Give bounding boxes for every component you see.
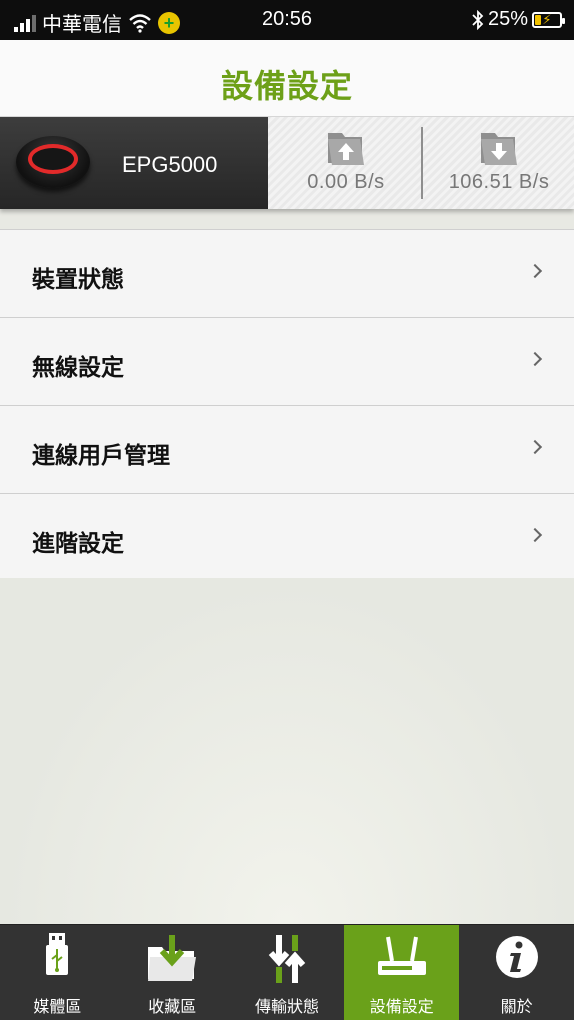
download-folder-icon	[481, 133, 517, 165]
tab-about[interactable]: 關於	[459, 925, 574, 1020]
page-title: 設備設定	[220, 68, 353, 104]
menu-item-connected-users[interactable]: 連線用戶管理	[0, 406, 574, 494]
upload-speed-panel: 0.00 B/s	[272, 117, 420, 209]
status-bar: 中華電信 + 20:56 25% ⚡	[0, 0, 574, 40]
menu-item-label: 進階設定	[32, 530, 124, 556]
usb-icon	[46, 933, 69, 975]
download-speed-value: 106.51 B/s	[448, 171, 550, 193]
tab-favorites[interactable]: 收藏區	[115, 925, 230, 1020]
charging-bolt-icon: ⚡	[542, 12, 552, 27]
battery-charging-icon: ⚡	[532, 11, 565, 28]
settings-menu: 裝置狀態 無線設定 連線用戶管理 進階設定	[0, 229, 574, 580]
menu-item-device-status[interactable]: 裝置狀態	[0, 230, 574, 318]
chevron-right-icon	[527, 439, 543, 455]
bluetooth-icon	[472, 9, 484, 30]
menu-item-advanced-settings[interactable]: 進階設定	[0, 494, 574, 580]
status-right: 25% ⚡	[472, 8, 565, 31]
bottom-tab-bar: 媒體區 收藏區 傳輸狀態 設備設定 關於	[0, 924, 574, 1020]
battery-percent: 25%	[487, 8, 528, 30]
device-image	[16, 136, 90, 188]
chevron-right-icon	[527, 263, 543, 279]
tab-label: 設備設定	[369, 999, 434, 1016]
upload-folder-icon	[328, 133, 364, 165]
folder-download-icon	[148, 935, 197, 981]
info-icon	[495, 936, 538, 978]
upload-speed-value: 0.00 B/s	[307, 171, 385, 193]
battery-level	[535, 14, 541, 25]
tab-label: 收藏區	[148, 999, 197, 1016]
content-background	[0, 578, 574, 924]
tab-transfer-status[interactable]: 傳輸狀態	[230, 925, 345, 1020]
menu-item-wireless-settings[interactable]: 無線設定	[0, 318, 574, 406]
tab-label: 媒體區	[33, 999, 82, 1016]
speed-divider	[421, 127, 423, 199]
router-icon	[377, 936, 426, 975]
device-name: EPG5000	[122, 152, 218, 177]
download-speed-panel: 106.51 B/s	[424, 117, 574, 209]
tab-media[interactable]: 媒體區	[0, 925, 115, 1020]
device-panel[interactable]: EPG5000	[0, 117, 268, 209]
device-bar: EPG5000 0.00 B/s 106.51 B/s	[0, 117, 574, 209]
menu-item-label: 連線用戶管理	[32, 442, 170, 468]
transfer-arrows-icon	[268, 935, 306, 983]
title-bar: 設備設定	[0, 40, 574, 117]
tab-label: 關於	[500, 999, 533, 1016]
chevron-right-icon	[527, 351, 543, 367]
menu-item-label: 裝置狀態	[32, 266, 124, 292]
tab-label: 傳輸狀態	[254, 999, 319, 1016]
tab-device-settings[interactable]: 設備設定	[344, 925, 460, 1020]
chevron-right-icon	[527, 527, 543, 543]
menu-item-label: 無線設定	[32, 354, 124, 380]
